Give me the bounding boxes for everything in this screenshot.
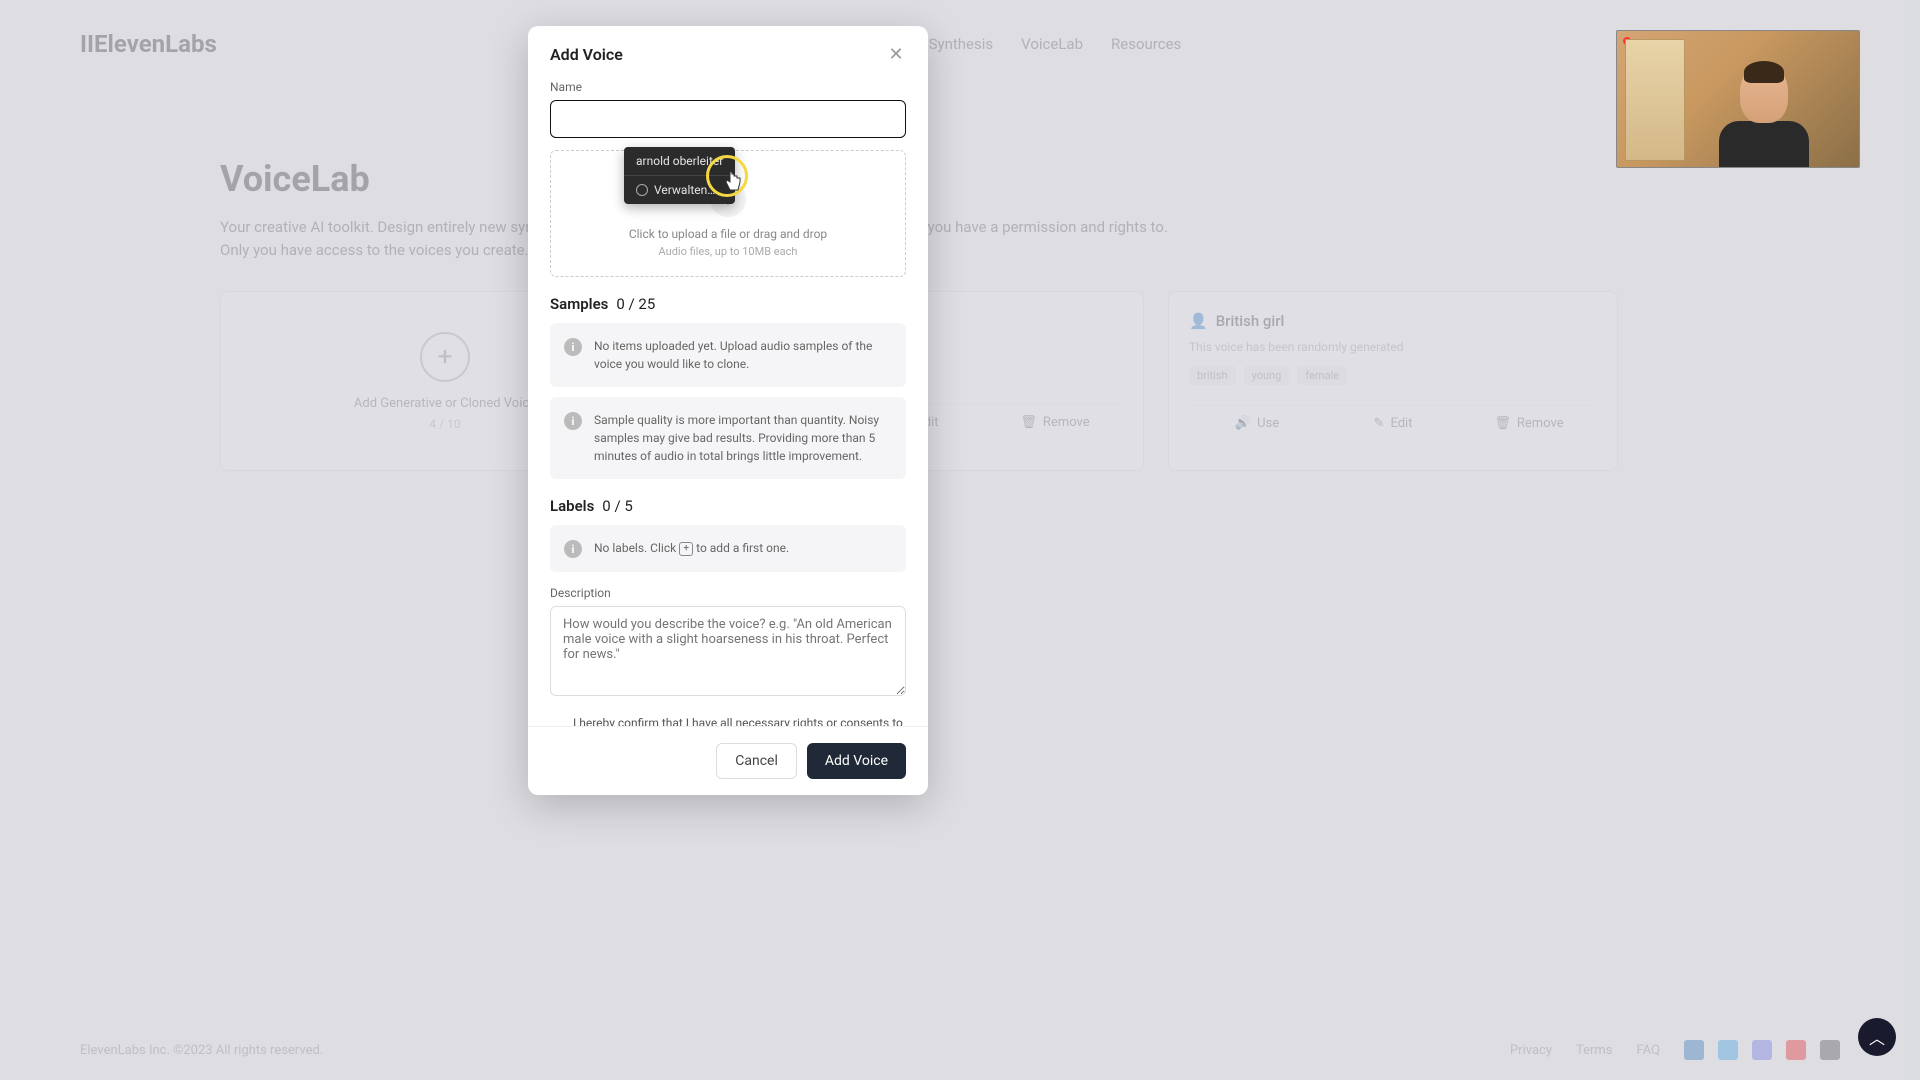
info-icon: i xyxy=(564,338,582,356)
add-label-icon[interactable]: + xyxy=(679,542,693,556)
samples-info-2: i Sample quality is more important than … xyxy=(550,397,906,479)
consent-text: I hereby confirm that I have all necessa… xyxy=(573,714,906,726)
add-voice-button[interactable]: Add Voice xyxy=(807,743,906,779)
gear-icon xyxy=(636,184,648,196)
scroll-to-top-button[interactable]: ︿ xyxy=(1858,1018,1896,1056)
consent-checkbox[interactable] xyxy=(550,716,563,726)
labels-count: 0 / 5 xyxy=(602,497,633,515)
dropzone-text: Click to upload a file or drag and drop xyxy=(567,227,889,241)
info-text: Sample quality is more important than qu… xyxy=(594,411,892,465)
webcam-background xyxy=(1625,39,1685,161)
autocomplete-dropdown: arnold oberleiter Verwalten… xyxy=(624,147,735,204)
name-label: Name xyxy=(550,80,906,94)
chevron-up-icon: ︿ xyxy=(1869,1025,1885,1049)
close-button[interactable]: ✕ xyxy=(886,44,906,64)
webcam-feed xyxy=(1616,30,1860,168)
samples-info-1: i No items uploaded yet. Upload audio sa… xyxy=(550,323,906,387)
cancel-button[interactable]: Cancel xyxy=(716,743,797,779)
description-label: Description xyxy=(550,586,906,600)
name-input[interactable] xyxy=(550,100,906,138)
labels-info: i No labels. Click + to add a first one. xyxy=(550,525,906,572)
labels-info-text: No labels. Click + to add a first one. xyxy=(594,539,789,558)
info-text: No items uploaded yet. Upload audio samp… xyxy=(594,337,892,373)
description-textarea[interactable] xyxy=(550,606,906,696)
samples-count: 0 / 25 xyxy=(616,295,655,313)
info-icon: i xyxy=(564,412,582,430)
manage-label: Verwalten… xyxy=(654,183,715,197)
modal-title: Add Voice xyxy=(550,45,623,64)
labels-header: Labels xyxy=(550,497,594,515)
info-icon: i xyxy=(564,540,582,558)
samples-header: Samples xyxy=(550,295,608,313)
add-voice-modal: Add Voice ✕ Name + Click to upload a fil… xyxy=(528,26,928,795)
autocomplete-suggestion[interactable]: arnold oberleiter xyxy=(624,147,735,175)
dropzone-subtext: Audio files, up to 10MB each xyxy=(567,245,889,258)
close-icon: ✕ xyxy=(888,44,903,65)
webcam-person xyxy=(1709,57,1819,167)
autocomplete-manage[interactable]: Verwalten… xyxy=(624,175,735,204)
